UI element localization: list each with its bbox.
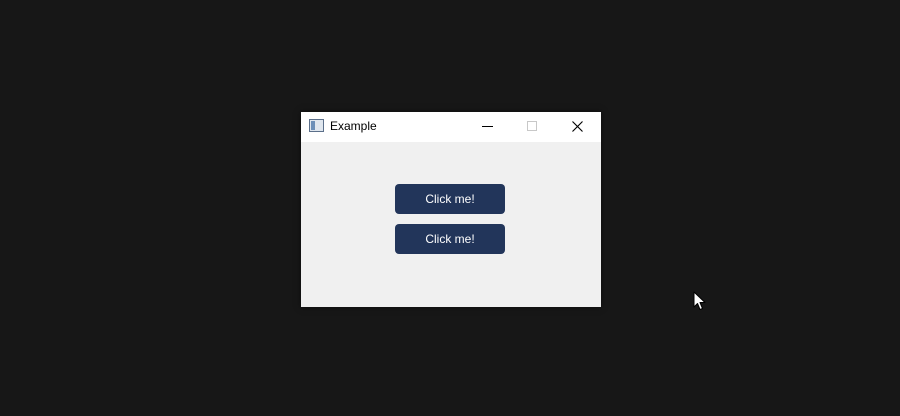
close-icon bbox=[572, 121, 583, 132]
minimize-button[interactable] bbox=[465, 112, 510, 142]
close-button[interactable] bbox=[555, 112, 600, 142]
app-window-icon bbox=[309, 119, 324, 132]
window-titlebar[interactable]: Example bbox=[301, 112, 601, 142]
maximize-icon bbox=[527, 121, 537, 131]
mouse-pointer-icon bbox=[693, 291, 706, 310]
window-content: Click me! Click me! bbox=[301, 142, 601, 307]
click-me-button-2[interactable]: Click me! bbox=[395, 224, 505, 254]
minimize-icon bbox=[482, 126, 493, 127]
window-title: Example bbox=[330, 119, 377, 133]
app-window: Example Click me! Click me! bbox=[301, 112, 601, 307]
maximize-button[interactable] bbox=[510, 112, 555, 142]
click-me-button-1[interactable]: Click me! bbox=[395, 184, 505, 214]
desktop: Example Click me! Click me! bbox=[0, 0, 900, 416]
